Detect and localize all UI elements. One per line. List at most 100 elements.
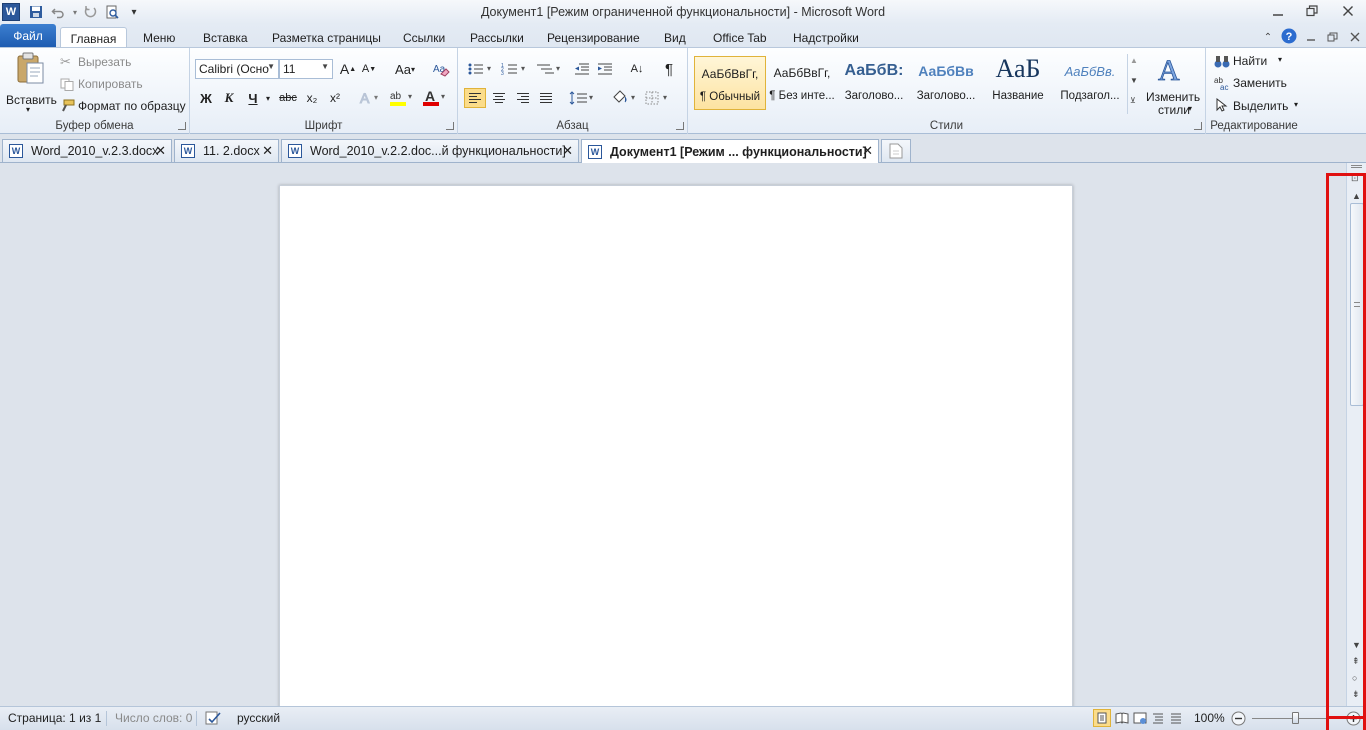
tab-office-tab[interactable]: Office Tab <box>705 27 775 48</box>
doc-restore-icon[interactable] <box>1323 28 1341 46</box>
borders-button[interactable]: ▾ <box>644 88 674 108</box>
bold-button[interactable]: Ж <box>195 88 217 108</box>
close-tab-icon[interactable]: ✕ <box>862 143 873 159</box>
copy-icon <box>60 78 74 94</box>
word-count-status[interactable]: Число слов: 0 <box>115 711 192 725</box>
subscript-button[interactable]: x₂ <box>301 88 323 108</box>
split-handle[interactable] <box>1351 165 1362 168</box>
zoom-level[interactable]: 100% <box>1194 711 1225 725</box>
select-button[interactable]: Выделить ▾ <box>1214 97 1298 114</box>
close-window-button[interactable] <box>1334 2 1362 20</box>
justify-button[interactable] <box>535 88 557 108</box>
page-count-status[interactable]: Страница: 1 из 1 <box>8 711 101 725</box>
decrease-indent-button[interactable] <box>571 59 593 79</box>
style-heading-1[interactable]: АаБбВ: Заголово... <box>838 56 910 110</box>
superscript-button[interactable]: x² <box>324 88 346 108</box>
shading-button[interactable]: ▾ <box>610 88 640 108</box>
tab-view[interactable]: Вид <box>656 27 694 48</box>
tab-review[interactable]: Рецензирование <box>539 27 648 48</box>
full-screen-reading-view-button[interactable] <box>1114 710 1130 729</box>
font-dialog-launcher-icon[interactable] <box>446 122 454 130</box>
collapse-ribbon-icon[interactable]: ⌃ <box>1259 28 1277 46</box>
copy-button[interactable]: Копировать <box>60 76 180 92</box>
help-icon[interactable]: ? <box>1280 27 1298 45</box>
replace-button[interactable]: ab ac Заменить <box>1214 76 1298 92</box>
zoom-slider-thumb[interactable] <box>1292 712 1299 724</box>
italic-button[interactable]: К <box>218 88 240 108</box>
close-tab-icon[interactable]: ✕ <box>262 143 273 159</box>
strikethrough-button[interactable]: abc <box>277 88 299 108</box>
style-heading-2[interactable]: АаБбВв Заголово... <box>910 56 982 110</box>
document-tab[interactable]: W Word_2010_v.2.2.doc...й функциональнос… <box>281 139 579 162</box>
document-page[interactable] <box>279 185 1073 715</box>
styles-dialog-launcher-icon[interactable] <box>1194 122 1202 130</box>
sort-button[interactable]: А↓ <box>626 59 648 79</box>
underline-button[interactable]: Ч <box>242 88 264 108</box>
doc-close-icon[interactable] <box>1346 28 1364 46</box>
close-tab-icon[interactable]: ✕ <box>155 143 166 159</box>
align-center-button[interactable] <box>488 88 510 108</box>
style-subtitle[interactable]: АаБбВв. Подзагол... <box>1054 56 1126 110</box>
highlight-button[interactable]: ab ▾ <box>388 88 416 108</box>
restore-button[interactable] <box>1298 2 1326 20</box>
gallery-more-icon[interactable]: ⊻ <box>1130 96 1136 105</box>
find-label: Найти <box>1233 54 1268 68</box>
show-formatting-button[interactable]: ¶ <box>658 59 680 79</box>
format-painter-button[interactable]: Формат по образцу <box>60 98 186 114</box>
change-case-button[interactable]: Aa ▾ <box>391 59 419 79</box>
paste-button[interactable]: Вставить ▾ <box>4 52 57 118</box>
tab-mailings[interactable]: Рассылки <box>462 27 532 48</box>
bullets-button[interactable]: ▾ <box>466 59 496 79</box>
clipboard-dialog-launcher-icon[interactable] <box>178 122 186 130</box>
align-left-button[interactable] <box>464 88 486 108</box>
style-name: Заголово... <box>916 90 976 102</box>
underline-dropdown-icon[interactable]: ▾ <box>262 88 274 108</box>
document-tab[interactable]: W 11. 2.docx ✕ <box>174 139 279 162</box>
find-button[interactable]: Найти ▾ <box>1214 54 1298 70</box>
zoom-out-button[interactable] <box>1231 711 1246 729</box>
doc-minimize-icon[interactable] <box>1302 28 1320 46</box>
new-tab-button[interactable] <box>881 139 911 162</box>
increase-indent-button[interactable] <box>594 59 616 79</box>
numbering-button[interactable]: 1 2 3 ▾ <box>500 59 530 79</box>
font-color-button[interactable]: A ▾ <box>421 88 449 108</box>
paragraph-dialog-launcher-icon[interactable] <box>676 122 684 130</box>
gallery-down-icon[interactable]: ▼ <box>1130 76 1138 85</box>
outline-view-button[interactable] <box>1150 710 1166 729</box>
grow-font-button[interactable]: A ▲ <box>337 59 359 79</box>
style-normal[interactable]: АаБбВвГг, ¶ Обычный <box>694 56 766 110</box>
change-styles-button[interactable]: A Изменить стили ▾ <box>1144 52 1200 118</box>
clear-formatting-button[interactable]: Aa <box>430 59 452 79</box>
font-size-select[interactable]: 11 ▼ <box>279 59 333 79</box>
tab-page-layout[interactable]: Разметка страницы <box>264 27 389 48</box>
style-no-spacing[interactable]: АаБбВвГг, ¶ Без инте... <box>766 56 838 110</box>
tab-references[interactable]: Ссылки <box>395 27 453 48</box>
web-layout-view-button[interactable] <box>1132 710 1148 729</box>
language-status[interactable]: русский <box>237 711 280 725</box>
gallery-up-icon[interactable]: ▲ <box>1130 56 1138 65</box>
close-tab-icon[interactable]: ✕ <box>562 143 573 159</box>
align-center-icon <box>493 93 505 103</box>
tab-addins[interactable]: Надстройки <box>785 27 867 48</box>
document-tab-active[interactable]: W Документ1 [Режим ... функциональности]… <box>581 139 879 163</box>
svg-text:▾: ▾ <box>663 93 667 102</box>
paste-dropdown-icon[interactable]: ▾ <box>26 105 30 114</box>
align-right-button[interactable] <box>512 88 534 108</box>
print-layout-view-button[interactable] <box>1093 709 1111 727</box>
font-name-select[interactable]: Calibri (Осно ▼ <box>195 59 279 79</box>
cut-button[interactable]: ✂ Вырезать <box>60 54 180 70</box>
tab-insert[interactable]: Вставка <box>195 27 256 48</box>
tab-file[interactable]: Файл <box>0 24 56 48</box>
draft-view-button[interactable] <box>1168 710 1184 729</box>
tab-home[interactable]: Главная <box>60 27 127 49</box>
document-tab[interactable]: W Word_2010_v.2.3.docx ✕ <box>2 139 172 162</box>
line-spacing-button[interactable]: ▾ <box>568 88 598 108</box>
text-effects-button[interactable]: A ▾ <box>357 88 385 108</box>
multilevel-list-button[interactable]: ▾ <box>535 59 565 79</box>
shrink-font-button[interactable]: A ▼ <box>358 59 380 79</box>
minimize-button[interactable] <box>1264 2 1292 20</box>
svg-text:A: A <box>360 90 370 106</box>
style-title[interactable]: АаБ Название <box>982 54 1054 110</box>
tab-menu[interactable]: Меню <box>135 27 183 48</box>
proofing-icon[interactable] <box>204 710 222 729</box>
